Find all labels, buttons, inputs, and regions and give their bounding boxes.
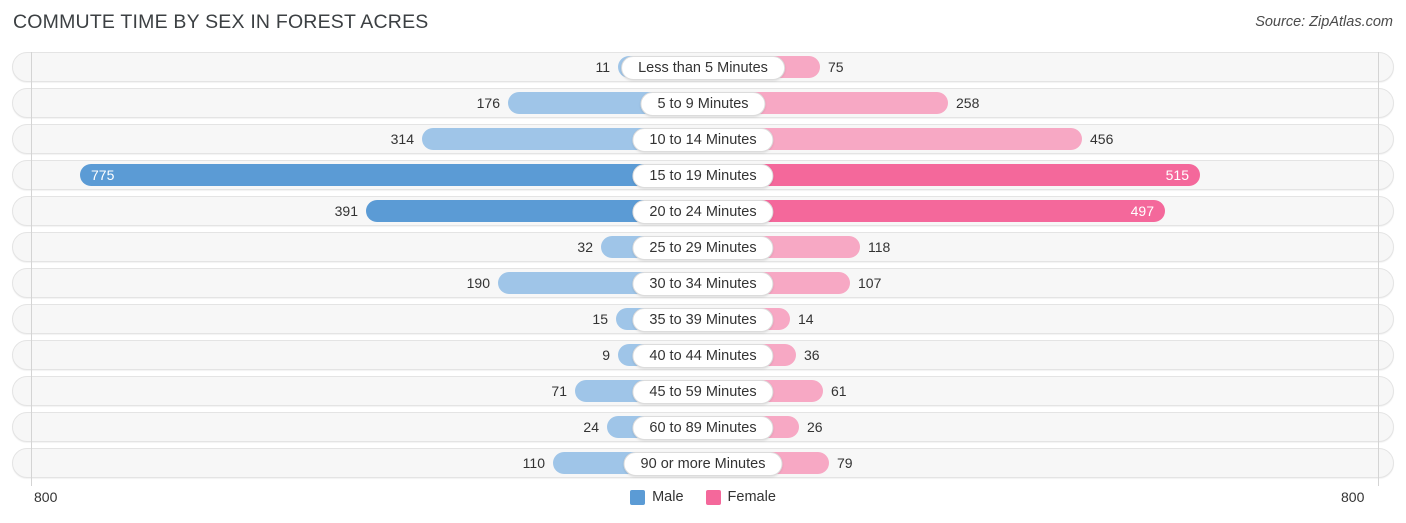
legend-label-female: Female <box>727 489 776 505</box>
legend-swatch-male-icon <box>630 489 646 505</box>
female-value-label: 36 <box>804 347 820 363</box>
chart-row[interactable]: 110 79 90 or more Minutes <box>12 448 1394 478</box>
female-value-label: 118 <box>868 239 891 255</box>
diverging-bar-chart: 11 75 Less than 5 Minutes 176 258 5 to 9 Minu… <box>12 52 1394 486</box>
female-value-label: 497 <box>1130 203 1154 219</box>
female-value-label: 515 <box>1165 167 1189 183</box>
category-label-pill: 90 or more Minutes <box>623 452 783 476</box>
category-label-pill: 60 to 89 Minutes <box>632 416 774 440</box>
female-bar[interactable]: 515 <box>703 164 1200 186</box>
category-label-pill: 20 to 24 Minutes <box>632 200 774 224</box>
source-attribution: Source: ZipAtlas.com <box>1255 14 1393 30</box>
male-value-label: 11 <box>595 59 610 75</box>
page-title: COMMUTE TIME BY SEX IN FOREST ACRES <box>13 11 429 33</box>
chart-row[interactable]: 775 515 15 to 19 Minutes <box>12 160 1394 190</box>
male-value-label: 391 <box>334 203 358 219</box>
category-label-pill: 40 to 44 Minutes <box>632 344 774 368</box>
male-value-label: 775 <box>91 167 115 183</box>
female-value-label: 61 <box>831 383 847 399</box>
male-bar[interactable]: 775 <box>80 164 703 186</box>
chart-page: COMMUTE TIME BY SEX IN FOREST ACRES Sour… <box>0 0 1406 523</box>
category-label-pill: 10 to 14 Minutes <box>632 128 774 152</box>
category-label-pill: Less than 5 Minutes <box>621 56 785 80</box>
male-value-label: 71 <box>551 383 567 399</box>
chart-row[interactable]: 24 26 60 to 89 Minutes <box>12 412 1394 442</box>
male-value-label: 32 <box>577 239 593 255</box>
chart-row[interactable]: 190 107 30 to 34 Minutes <box>12 268 1394 298</box>
female-value-label: 26 <box>807 419 823 435</box>
legend-swatch-female-icon <box>705 489 721 505</box>
female-value-label: 107 <box>858 275 882 291</box>
male-value-label: 190 <box>466 275 490 291</box>
female-value-label: 79 <box>837 455 853 471</box>
female-value-label: 456 <box>1090 131 1114 147</box>
category-label-pill: 5 to 9 Minutes <box>640 92 766 116</box>
category-label-pill: 45 to 59 Minutes <box>632 380 774 404</box>
chart-row[interactable]: 314 456 10 to 14 Minutes <box>12 124 1394 154</box>
male-value-label: 176 <box>476 95 500 111</box>
legend-item-male[interactable]: Male <box>630 489 684 505</box>
female-value-label: 75 <box>828 59 844 75</box>
female-half: 515 <box>703 160 1200 190</box>
category-label-pill: 35 to 39 Minutes <box>632 308 774 332</box>
male-value-label: 9 <box>602 347 610 363</box>
chart-legend: Male Female <box>0 489 1406 505</box>
male-half: 775 <box>80 160 703 190</box>
female-value-label: 14 <box>798 311 814 327</box>
chart-row[interactable]: 15 14 35 to 39 Minutes <box>12 304 1394 334</box>
male-value-label: 24 <box>583 419 599 435</box>
category-label-pill: 30 to 34 Minutes <box>632 272 774 296</box>
chart-row[interactable]: 11 75 Less than 5 Minutes <box>12 52 1394 82</box>
chart-row[interactable]: 391 497 20 to 24 Minutes <box>12 196 1394 226</box>
male-value-label: 15 <box>592 311 608 327</box>
axis-line-right <box>1378 52 1379 486</box>
axis-line-left <box>31 52 32 486</box>
category-label-pill: 25 to 29 Minutes <box>632 236 774 260</box>
chart-row[interactable]: 32 118 25 to 29 Minutes <box>12 232 1394 262</box>
legend-label-male: Male <box>652 489 684 505</box>
female-value-label: 258 <box>956 95 980 111</box>
male-value-label: 110 <box>522 455 545 471</box>
chart-row[interactable]: 9 36 40 to 44 Minutes <box>12 340 1394 370</box>
male-value-label: 314 <box>390 131 414 147</box>
category-label-pill: 15 to 19 Minutes <box>632 164 774 188</box>
chart-row[interactable]: 71 61 45 to 59 Minutes <box>12 376 1394 406</box>
chart-row[interactable]: 176 258 5 to 9 Minutes <box>12 88 1394 118</box>
legend-item-female[interactable]: Female <box>705 489 776 505</box>
